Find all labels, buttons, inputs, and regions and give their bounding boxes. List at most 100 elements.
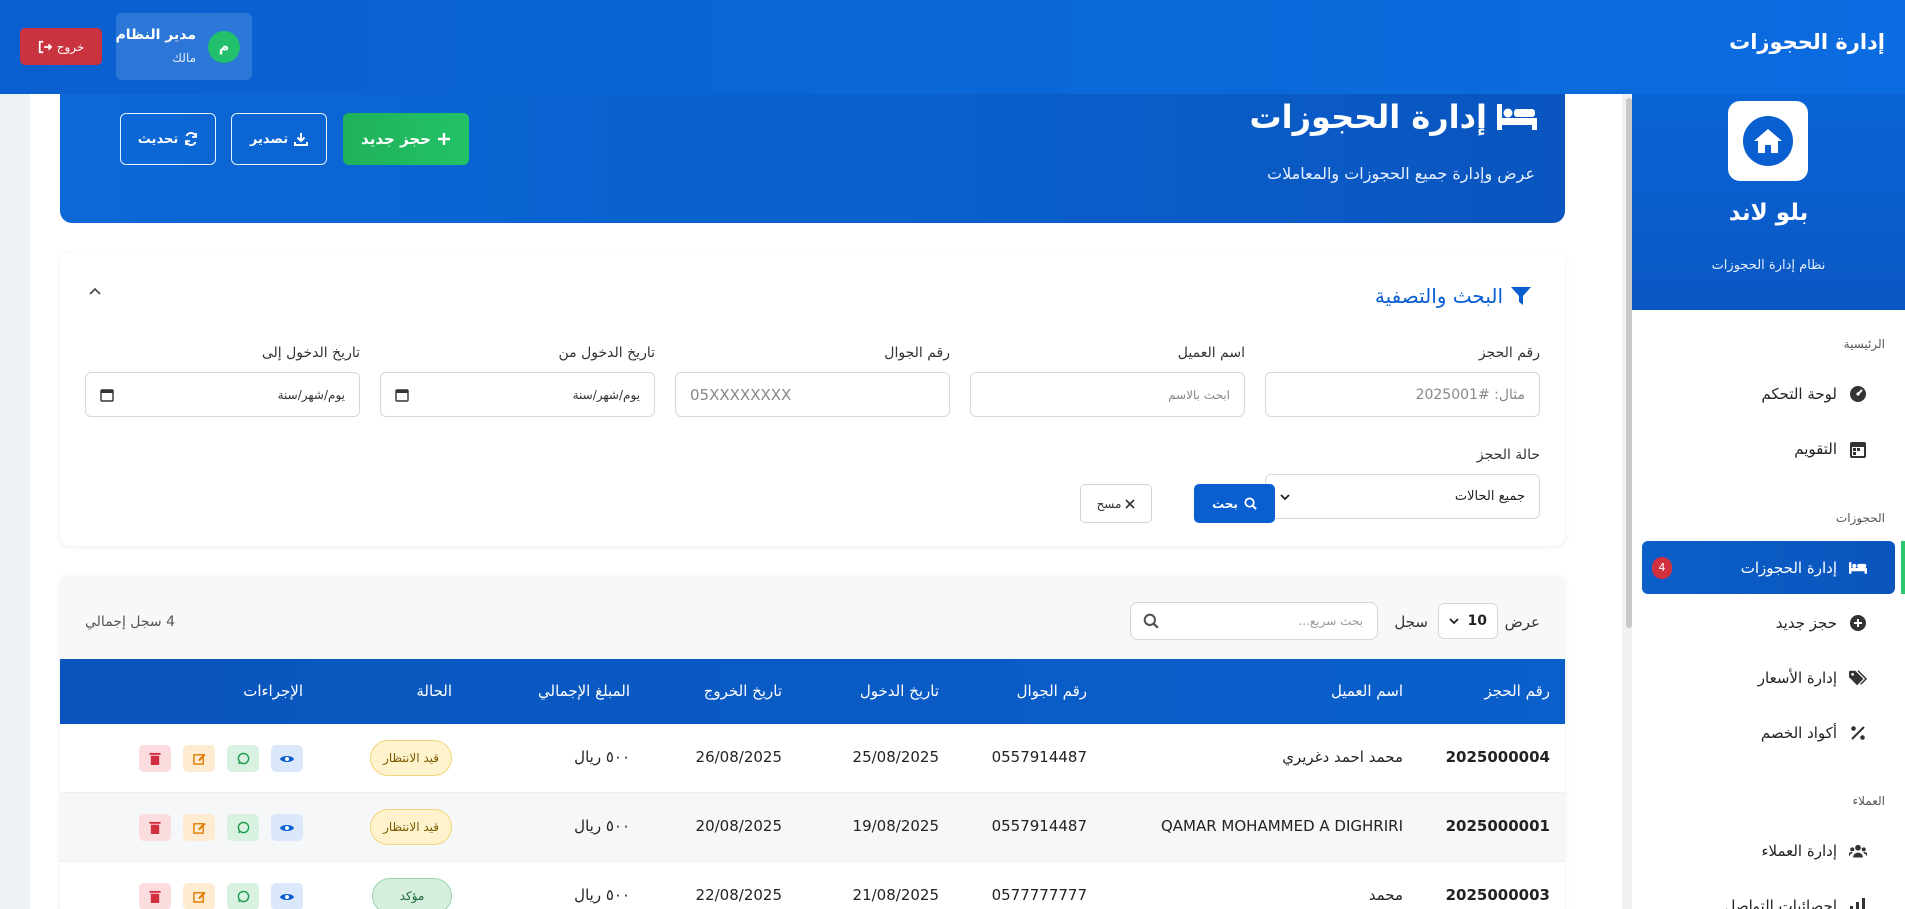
section-label-customers: العملاء [1852, 794, 1885, 808]
whatsapp-button[interactable] [227, 745, 259, 772]
quick-search-input[interactable]: بحث سريع... [1130, 602, 1378, 640]
sign-out-icon [38, 40, 52, 53]
app-title: إدارة الحجوزات [1729, 30, 1885, 54]
tags-icon [1849, 670, 1867, 686]
download-icon [294, 133, 309, 146]
edit-button[interactable] [183, 883, 215, 909]
whatsapp-icon [237, 821, 249, 834]
column-header[interactable]: تاريخ الخروج [704, 682, 782, 700]
customer-name: QAMAR MOHAMMED A DIGHRIRI [1160, 817, 1403, 835]
records-label: سجل [1394, 613, 1428, 631]
view-button[interactable] [271, 883, 303, 909]
customer-name-input[interactable]: ابحث بالاسم [970, 372, 1245, 417]
table-row: 2025000004 محمد احمد دغريري 0557914487 2… [60, 724, 1565, 793]
checkin-from-input[interactable]: يوم/شهر/سنة [380, 372, 655, 417]
export-button[interactable]: تصدير [231, 113, 327, 165]
checkin-date: 25/08/2025 [852, 748, 939, 766]
checkin-date: 19/08/2025 [852, 817, 939, 835]
table-row: 2025000003 محمد 0577777777 21/08/2025 22… [60, 862, 1565, 909]
home-icon [1754, 129, 1782, 153]
chevron-up-icon[interactable] [88, 286, 102, 296]
phone: 0557914487 [991, 817, 1087, 835]
sidebar-item-contact-stats[interactable]: إحصائيات التواصل [1642, 884, 1895, 909]
column-header[interactable]: الحالة [416, 682, 452, 700]
view-button[interactable] [271, 814, 303, 841]
booking-id: 2025000004 [1445, 748, 1550, 766]
main-content: إدارة الحجوزات عرض وإدارة جميع الحجوزات … [30, 94, 1622, 909]
page-subtitle: عرض وإدارة جميع الحجوزات والمعاملات [1267, 164, 1535, 183]
column-header[interactable]: رقم الجوال [1017, 682, 1087, 700]
calendar-icon [1850, 442, 1866, 458]
edit-button[interactable] [183, 814, 215, 841]
logout-button[interactable]: خروج [20, 28, 102, 65]
column-header[interactable]: اسم العميل [1331, 682, 1403, 700]
eye-icon [280, 824, 294, 831]
edit-icon [192, 891, 206, 903]
active-indicator [1901, 541, 1905, 594]
user-menu[interactable]: م مدير النظام مالك [115, 13, 252, 80]
column-header[interactable]: تاريخ الدخول [860, 682, 939, 700]
checkout-date: 22/08/2025 [695, 886, 782, 904]
sidebar-item-discount-codes[interactable]: أكواد الخصم [1642, 711, 1895, 755]
brand-subtitle: نظام إدارة الحجوزات [1711, 258, 1826, 273]
whatsapp-icon [237, 752, 249, 765]
column-header[interactable]: رقم الحجز [1484, 682, 1550, 700]
search-button[interactable]: بحث [1194, 484, 1275, 523]
search-icon [1244, 497, 1257, 510]
sidebar-item-calendar[interactable]: التقويم [1642, 427, 1895, 471]
delete-button[interactable] [139, 814, 171, 841]
booking-number-input[interactable]: مثال: #2025001 [1265, 372, 1540, 417]
page-length-select[interactable]: 10 [1438, 603, 1498, 639]
brand-panel: بلو لاند نظام إدارة الحجوزات [1632, 94, 1905, 310]
whatsapp-button[interactable] [227, 883, 259, 909]
trash-icon [149, 890, 161, 903]
whatsapp-button[interactable] [227, 814, 259, 841]
edit-icon [192, 822, 206, 834]
user-name: مدير النظام [115, 27, 196, 43]
column-header[interactable]: المبلغ الإجمالي [538, 682, 630, 700]
avatar: م [208, 31, 240, 63]
eye-icon [280, 893, 294, 900]
user-role: مالك [172, 51, 196, 65]
calendar-icon[interactable] [100, 388, 114, 402]
filter-panel: البحث والتصفية رقم الحجز اسم العميل رقم … [60, 252, 1565, 546]
customer-name: محمد احمد دغريري [1282, 748, 1403, 766]
checkin-date: 21/08/2025 [852, 886, 939, 904]
refresh-button[interactable]: تحديث [120, 113, 216, 165]
status-badge: مؤكد [372, 878, 452, 909]
status-badge: قيد الانتظار [370, 809, 452, 845]
sidebar-item-bookings[interactable]: إدارة الحجوزات 4 [1642, 541, 1895, 594]
table-header: رقم الحجز اسم العميل رقم الجوال تاريخ ال… [60, 659, 1565, 724]
checkout-date: 20/08/2025 [695, 817, 782, 835]
chevron-down-icon [1280, 493, 1290, 500]
top-bar: إدارة الحجوزات م مدير النظام مالك خروج [0, 0, 1905, 94]
bookings-count-badge: 4 [1652, 556, 1672, 579]
status-label: حالة الحجز [1476, 447, 1540, 463]
edit-icon [192, 753, 206, 765]
delete-button[interactable] [139, 883, 171, 909]
edit-button[interactable] [183, 745, 215, 772]
calendar-icon[interactable] [395, 388, 409, 402]
clear-button[interactable]: مسح [1080, 484, 1152, 523]
filter-title: البحث والتصفية [1375, 284, 1531, 308]
brand-name: بلو لاند [1728, 200, 1809, 226]
sidebar-item-new-booking[interactable]: حجز جديد [1642, 601, 1895, 645]
amount: ٥٠٠ ريال [574, 817, 630, 835]
phone-input[interactable]: 05XXXXXXXX [675, 372, 950, 417]
refresh-icon [185, 132, 198, 146]
checkout-date: 26/08/2025 [695, 748, 782, 766]
table-row: 2025000001 QAMAR MOHAMMED A DIGHRIRI 055… [60, 793, 1565, 862]
delete-button[interactable] [139, 745, 171, 772]
section-label-home: الرئيسية [1843, 337, 1885, 351]
plus-icon [437, 133, 450, 145]
sidebar-item-customers[interactable]: إدارة العملاء [1642, 829, 1895, 873]
view-button[interactable] [271, 745, 303, 772]
sidebar-item-dashboard[interactable]: لوحة التحكم [1642, 372, 1895, 416]
phone: 0577777777 [991, 886, 1087, 904]
new-booking-button[interactable]: حجز جديد [343, 113, 469, 165]
status-select[interactable]: جميع الحالات [1265, 474, 1540, 519]
sidebar-item-pricing[interactable]: إدارة الأسعار [1642, 656, 1895, 700]
checkin-to-input[interactable]: يوم/شهر/سنة [85, 372, 360, 417]
percent-icon [1851, 726, 1865, 740]
chevron-down-icon [1449, 618, 1459, 625]
